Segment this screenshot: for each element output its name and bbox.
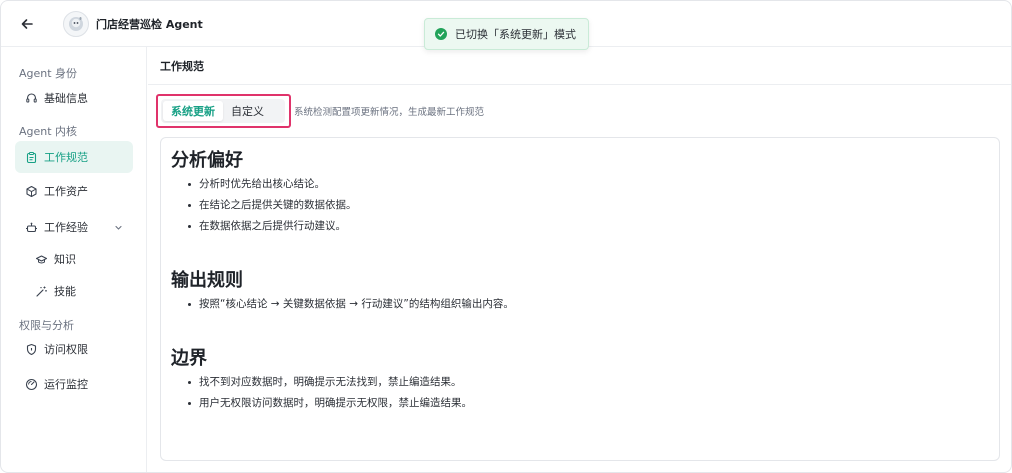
back-arrow-icon[interactable]	[15, 12, 39, 36]
shield-icon	[24, 342, 38, 356]
section-heading: 分析偏好	[171, 150, 243, 171]
sidebar-section-core: Agent 内核	[19, 125, 78, 138]
sidebar-item-access-permissions[interactable]: 访问权限	[15, 333, 133, 365]
app-title: 门店经营巡检 Agent	[96, 17, 203, 31]
sidebar-item-label: 运行监控	[44, 378, 88, 391]
sidebar-item-knowledge[interactable]: 知识	[25, 243, 133, 275]
list-item: 按照“核心结论 → 关键数据依据 → 行动建议”的结构组织输出内容。	[171, 294, 514, 315]
page-title: 工作规范	[148, 47, 1011, 85]
mode-segmented-control: 系统更新 自定义	[161, 99, 285, 123]
sidebar-item-label: 访问权限	[44, 343, 88, 356]
clipboard-icon	[24, 150, 38, 164]
list-item: 分析时优先给出核心结论。	[171, 174, 357, 195]
sidebar-item-work-assets[interactable]: 工作资产	[15, 175, 133, 207]
list-item: 用户无权限访问数据时，明确提示无权限，禁止编造结果。	[171, 393, 472, 414]
sidebar-item-label: 工作经验	[44, 221, 88, 234]
sidebar-item-work-experience[interactable]: 工作经验	[15, 211, 133, 243]
headset-icon	[24, 91, 38, 105]
work-rules-content: 分析偏好 分析时优先给出核心结论。 在结论之后提供关键的数据依据。 在数据依据之…	[160, 137, 1000, 461]
mode-description: 系统检测配置项更新情况，生成最新工作规范	[294, 107, 485, 118]
section-heading: 输出规则	[171, 270, 243, 291]
list-item: 找不到对应数据时，明确提示无法找到，禁止编造结果。	[171, 372, 472, 393]
sidebar-item-label: 基础信息	[44, 92, 88, 105]
mode-custom-button[interactable]: 自定义	[223, 101, 272, 121]
mode-system-update-button[interactable]: 系统更新	[163, 101, 223, 121]
app-window: 门店经营巡检 Agent 已切换「系统更新」模式 Agent 身份 基础信息 A…	[0, 0, 1012, 473]
chevron-down-icon[interactable]	[113, 222, 123, 232]
bot-icon	[24, 220, 38, 234]
sidebar-item-basic-info[interactable]: 基础信息	[15, 82, 133, 114]
graduation-cap-icon	[34, 252, 48, 266]
gauge-icon	[24, 377, 38, 391]
section-heading: 边界	[171, 348, 207, 369]
sidebar-item-label: 工作规范	[44, 151, 88, 164]
sidebar-item-label: 工作资产	[44, 185, 88, 198]
section-output-rules: 输出规则 按照“核心结论 → 关键数据依据 → 行动建议”的结构组织输出内容。	[171, 270, 514, 315]
sidebar-item-work-rules[interactable]: 工作规范	[15, 141, 133, 173]
bullet-list: 按照“核心结论 → 关键数据依据 → 行动建议”的结构组织输出内容。	[171, 294, 514, 315]
cube-icon	[24, 184, 38, 198]
sidebar-section-permissions: 权限与分析	[19, 319, 74, 332]
toast-message: 已切换「系统更新」模式	[455, 28, 576, 41]
main-panel: 工作规范 系统更新 自定义 系统检测配置项更新情况，生成最新工作规范 分析偏好 …	[148, 47, 1011, 472]
section-analysis-preference: 分析偏好 分析时优先给出核心结论。 在结论之后提供关键的数据依据。 在数据依据之…	[171, 150, 357, 237]
bullet-list: 找不到对应数据时，明确提示无法找到，禁止编造结果。 用户无权限访问数据时，明确提…	[171, 372, 472, 414]
sidebar: Agent 身份 基础信息 Agent 内核 工作规范 工作资产 工作经验 知识…	[1, 47, 147, 472]
check-circle-icon	[435, 28, 447, 40]
sidebar-item-label: 知识	[54, 253, 76, 266]
section-boundaries: 边界 找不到对应数据时，明确提示无法找到，禁止编造结果。 用户无权限访问数据时，…	[171, 348, 472, 414]
sidebar-item-label: 技能	[54, 285, 76, 298]
list-item: 在结论之后提供关键的数据依据。	[171, 195, 357, 216]
bullet-list: 分析时优先给出核心结论。 在结论之后提供关键的数据依据。 在数据依据之后提供行动…	[171, 174, 357, 237]
sidebar-item-skills[interactable]: 技能	[25, 275, 133, 307]
magic-wand-icon	[34, 284, 48, 298]
sidebar-section-identity: Agent 身份	[19, 67, 78, 80]
sidebar-item-run-monitor[interactable]: 运行监控	[15, 368, 133, 400]
mode-switch-toast: 已切换「系统更新」模式	[424, 18, 589, 50]
list-item: 在数据依据之后提供行动建议。	[171, 216, 357, 237]
agent-avatar	[63, 10, 89, 37]
